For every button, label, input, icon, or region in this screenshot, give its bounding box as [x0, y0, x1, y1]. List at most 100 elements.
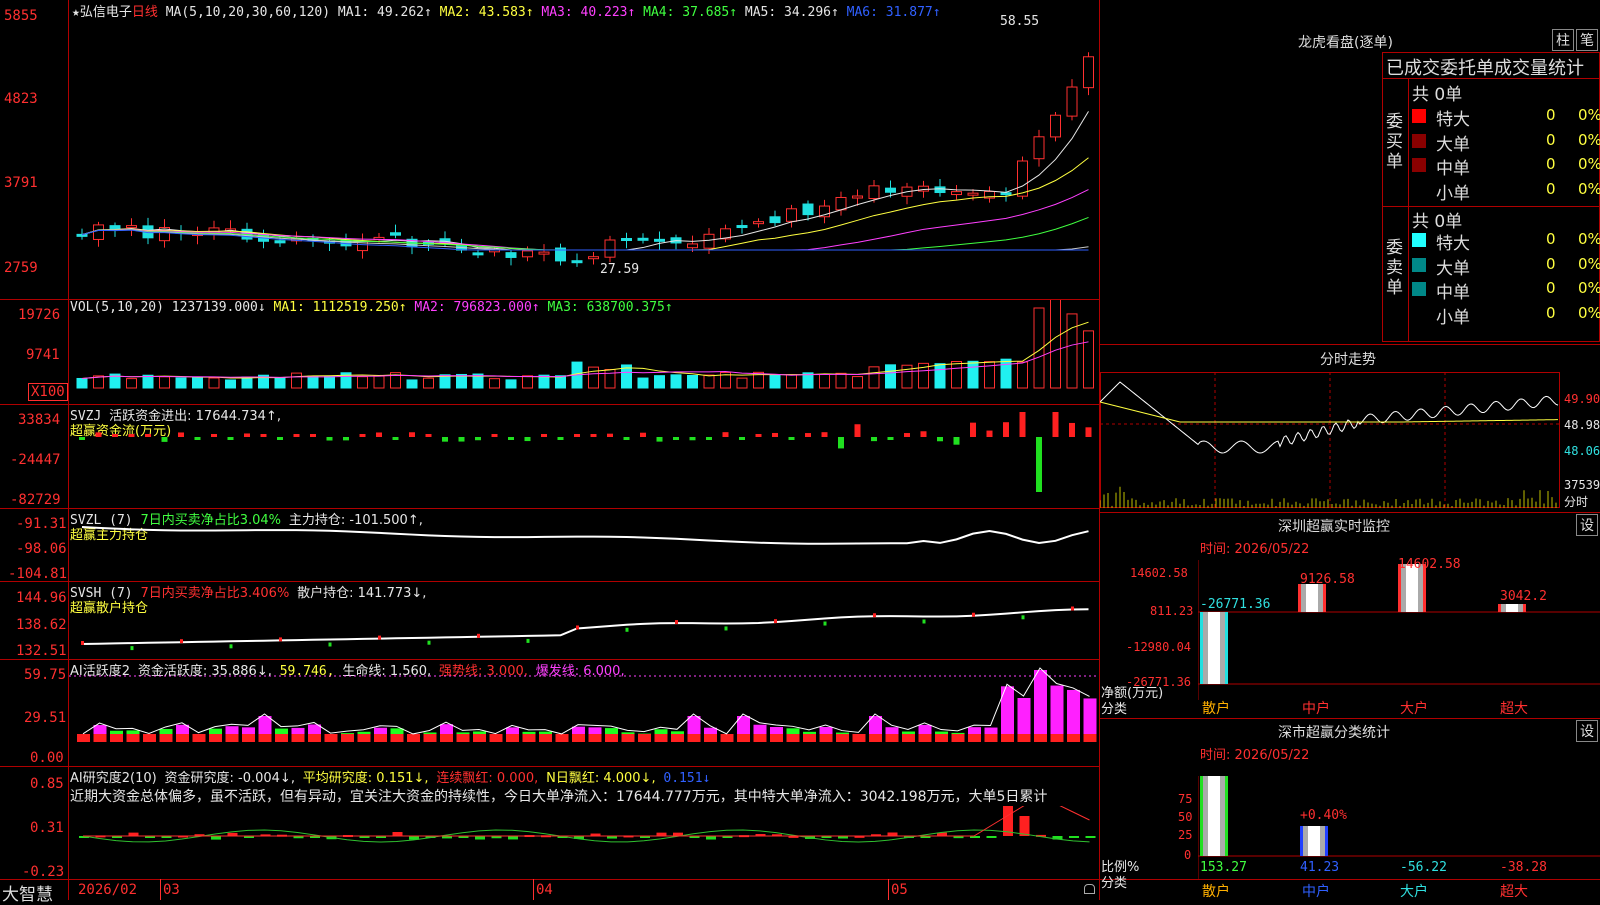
bar-label: 9126.58 — [1300, 572, 1355, 587]
volume-bar — [76, 377, 88, 389]
svsh-tick — [625, 627, 629, 632]
fund-flow-bar — [409, 432, 415, 437]
activity-base — [687, 734, 701, 742]
y-tick: 2759 — [4, 260, 38, 276]
fund-flow-bar — [376, 432, 382, 437]
volume-bar — [885, 364, 896, 389]
research-bar — [1019, 816, 1030, 836]
classify-top-label: +0.40% — [1300, 808, 1347, 823]
svsh-tick — [180, 639, 183, 644]
buy-total: 共 0单 — [1412, 85, 1463, 105]
fund-flow-bar — [79, 437, 85, 440]
intraday-price-mid: 48.98 — [1564, 418, 1600, 432]
activity-base — [902, 734, 915, 742]
order-percent: 0% — [1578, 254, 1600, 273]
order-type: 特大 — [1436, 110, 1470, 130]
category-label: 超大 — [1500, 701, 1528, 717]
order-type: 小单 — [1436, 183, 1470, 204]
order-type: 大单 — [1436, 134, 1470, 155]
activity-base — [984, 734, 998, 742]
candle-body — [538, 251, 550, 255]
svsh-tick — [378, 635, 381, 640]
order-row: 大单 0 0% — [1410, 253, 1600, 279]
volume-bar — [1017, 361, 1028, 389]
volume-bar — [703, 374, 715, 389]
volume-bar — [835, 372, 847, 389]
intraday-price-high: 49.90 — [1564, 392, 1600, 406]
activity-base — [324, 734, 338, 742]
bar-mid-edge — [1298, 584, 1301, 612]
y-tick: 25 — [1178, 828, 1193, 842]
candle-body — [93, 224, 104, 240]
fund-flow-bar — [227, 437, 234, 440]
activity-base — [885, 734, 899, 742]
candle-body — [769, 216, 781, 224]
volume-bar — [192, 376, 203, 389]
svzl-chart — [81, 526, 1089, 545]
fund-flow-bar — [706, 437, 712, 440]
activity-base — [522, 734, 536, 742]
candlestick-chart[interactable] — [69, 0, 1099, 299]
monitor-settings-button[interactable]: 设 — [1576, 514, 1598, 536]
lock-icon[interactable] — [1084, 884, 1095, 894]
fund-flow-bar — [128, 434, 135, 437]
brand-logo[interactable]: 大智慧 — [2, 880, 53, 905]
volume-bar — [769, 374, 781, 389]
y-tick: 29.51 — [24, 710, 67, 726]
fund-flow-bar — [326, 437, 333, 441]
activity-base — [390, 734, 404, 742]
order-type: 大单 — [1436, 258, 1470, 279]
activity-base — [176, 734, 189, 742]
activity-base — [126, 734, 140, 742]
activity-base — [605, 734, 618, 742]
volume-bar — [175, 377, 187, 389]
y-tick: 0.00 — [30, 750, 64, 766]
monitor-bar-chart — [1198, 560, 1600, 700]
activity-base — [1017, 734, 1031, 742]
activity-base — [308, 734, 321, 742]
order-row: 中单 0 0% — [1410, 277, 1600, 303]
fund-flow-bar — [1003, 422, 1009, 437]
volume-bar — [604, 368, 616, 389]
y-tick: 75 — [1178, 792, 1193, 806]
candle-body — [934, 186, 946, 194]
activity-base — [242, 734, 255, 742]
classify-settings-button[interactable]: 设 — [1576, 720, 1598, 742]
order-type: 特大 — [1436, 234, 1470, 254]
order-count: 0 — [1546, 130, 1556, 149]
svsh-tick — [576, 625, 579, 630]
activity-base — [258, 734, 272, 742]
fund-flow-bar — [755, 434, 762, 437]
bar-mode-button[interactable]: 柱 — [1552, 29, 1574, 51]
fund-flow-bar — [640, 432, 646, 437]
activity-base — [192, 734, 206, 742]
color-swatch — [1412, 109, 1426, 123]
bar-super-highlight — [1506, 604, 1518, 612]
monitor-xlabel: 分类 — [1101, 702, 1128, 717]
activity-base — [852, 734, 866, 742]
color-swatch — [1412, 306, 1426, 321]
fund-flow-bar — [722, 432, 729, 437]
vol-unit-badge[interactable]: X100 — [28, 383, 68, 401]
activity-base — [423, 734, 437, 742]
bar-label: -38.28 — [1500, 860, 1547, 875]
fund-flow-bar — [343, 437, 349, 441]
bar-mid-highlight — [1308, 826, 1320, 856]
activity-base — [341, 734, 354, 742]
activity-base — [275, 734, 288, 742]
fund-flow-bar — [772, 432, 778, 437]
candle-body — [802, 203, 814, 216]
fund-flow-bar — [821, 432, 828, 437]
fund-flow-bar — [277, 437, 283, 440]
y-tick: 59.75 — [24, 667, 67, 683]
y-tick: 3791 — [4, 175, 38, 191]
fund-flow-bar — [95, 432, 102, 437]
svsh-tick — [328, 642, 332, 647]
volume-bar — [786, 374, 797, 389]
activity-base — [786, 734, 800, 742]
volume-bar — [637, 377, 649, 389]
intraday-chart[interactable] — [1100, 372, 1560, 508]
volume-bar — [1050, 300, 1061, 389]
pen-mode-button[interactable]: 笔 — [1576, 29, 1598, 51]
order-row: 大单 0 0% — [1410, 129, 1600, 155]
